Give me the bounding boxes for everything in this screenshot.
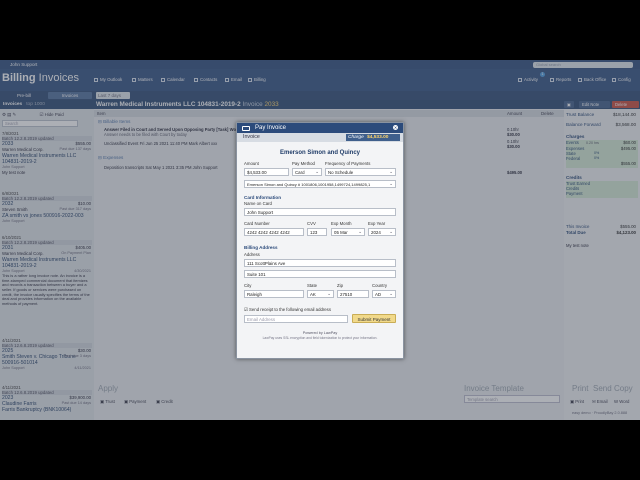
send-receipt-checkbox[interactable]: ☑ Send receipt to the following email ad… xyxy=(244,307,331,313)
zip-label: Zip xyxy=(337,283,343,288)
payer-name: Emerson Simon and Quincy xyxy=(279,150,360,156)
city-label: City xyxy=(244,283,252,288)
exp-year-select[interactable]: 2024 xyxy=(368,228,396,236)
address-line2-field[interactable]: Suite 101 xyxy=(244,270,396,278)
security-note: LawPay uses SSL encryption and field tok… xyxy=(262,336,378,340)
close-icon[interactable]: ✕ xyxy=(393,125,398,130)
card-info-header: Card Information xyxy=(244,195,282,200)
card-number-field[interactable]: 4242 4242 4242 4242 xyxy=(244,228,304,236)
exp-month-select[interactable]: 05 Mar xyxy=(331,228,365,236)
address-label: Address xyxy=(244,252,260,257)
cvv-label: CVV xyxy=(307,221,316,226)
dialog-tabs: Invoice Charge $4,533.00 xyxy=(237,133,403,142)
tab-charge[interactable]: Charge $4,533.00 xyxy=(346,134,400,141)
send-receipt-label: Send receipt to the following email addr… xyxy=(249,307,331,312)
state-label: State xyxy=(307,283,318,288)
country-label: Country xyxy=(372,283,388,288)
pay-method-label: Pay Method xyxy=(292,161,315,166)
country-select[interactable]: AD xyxy=(372,290,396,298)
charge-amount: $4,533.00 xyxy=(367,135,389,140)
billing-address-header: Billing Address xyxy=(244,245,278,250)
app-window: John Support Global search Billing Invoi… xyxy=(0,60,640,420)
state-select[interactable]: AK xyxy=(307,290,334,298)
powered-by: Powered by LawPay xyxy=(302,331,338,335)
city-field[interactable]: Raleigh xyxy=(244,290,304,298)
tab-invoice[interactable]: Invoice xyxy=(243,134,260,141)
amount-field[interactable]: $4,533.00 xyxy=(244,168,289,176)
dialog-header: Pay Invoice ✕ xyxy=(237,123,403,133)
zip-field[interactable]: 27510 xyxy=(337,290,369,298)
submit-payment-button[interactable]: Submit Payment xyxy=(352,314,396,323)
pay-invoice-dialog: Pay Invoice ✕ Invoice Charge $4,533.00 Em… xyxy=(236,122,404,359)
charge-label: Charge xyxy=(348,135,364,140)
credit-card-icon xyxy=(242,126,250,131)
invoices-select[interactable]: Emerson Simon and Quincy # 1001806,10019… xyxy=(244,180,396,188)
card-number-label: Card Number xyxy=(244,221,270,226)
pay-method-select[interactable]: Card xyxy=(292,168,322,176)
name-on-card-field[interactable]: John Support xyxy=(244,208,396,216)
name-on-card-label: Name on Card xyxy=(244,201,272,206)
exp-year-label: Exp Year xyxy=(368,221,386,226)
frequency-label: Frequency of Payments xyxy=(325,161,371,166)
address-line1-field[interactable]: 111 ScottPlains Ave xyxy=(244,259,396,267)
receipt-email-field[interactable]: Email Address xyxy=(244,315,348,323)
frequency-select[interactable]: No Schedule xyxy=(325,168,396,176)
exp-month-label: Exp Month xyxy=(331,221,352,226)
cvv-field[interactable]: 123 xyxy=(307,228,327,236)
dialog-title: Pay Invoice xyxy=(255,125,287,131)
amount-label: Amount xyxy=(244,161,259,166)
